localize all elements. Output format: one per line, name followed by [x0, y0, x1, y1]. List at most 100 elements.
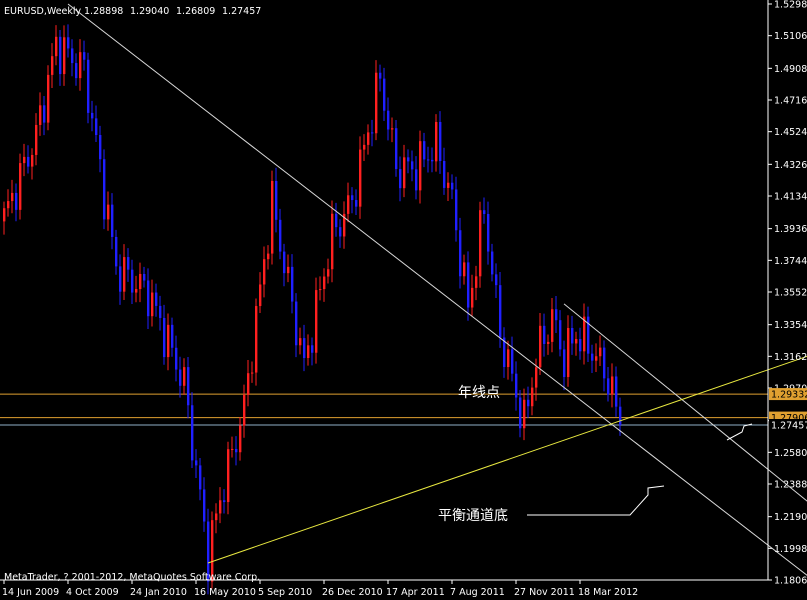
x-tick-label: 24 Jan 2010 — [130, 587, 187, 598]
candle-body — [311, 345, 314, 353]
ohlc-low: 1.26809 — [176, 6, 215, 17]
y-tick-label: 1.47160 — [774, 96, 807, 107]
candle-body — [583, 316, 586, 352]
candle-body — [443, 160, 446, 188]
candle-body — [567, 328, 570, 378]
eurusd-weekly-chart[interactable]: 1.52980 1.51060 1.49080 1.47160 1.45240 1.432… — [0, 0, 807, 600]
candle-body — [39, 105, 42, 125]
candle-body — [223, 500, 226, 503]
candle-body — [599, 347, 602, 357]
candle-body — [615, 376, 618, 407]
candle-body — [147, 280, 150, 317]
candle — [19, 153, 22, 220]
candle-body — [191, 405, 194, 461]
candle-body — [255, 306, 258, 373]
candle-body — [479, 210, 482, 277]
candle-body — [123, 257, 126, 292]
y-tick-label: 1.19980 — [774, 544, 807, 555]
candle — [87, 52, 90, 124]
candle-body — [531, 387, 534, 407]
candle-body — [151, 292, 154, 317]
candle-body — [7, 201, 10, 209]
candle-body — [439, 121, 442, 161]
candle-body — [291, 266, 294, 302]
candle-body — [271, 180, 274, 254]
candle-body — [107, 204, 110, 220]
candle-body — [351, 195, 354, 201]
candle-body — [143, 273, 146, 281]
candle-body — [375, 72, 378, 134]
candle-body — [131, 269, 134, 293]
candle-body — [411, 161, 414, 170]
annotation-year-line: 年线点 — [458, 385, 500, 401]
candle-body — [15, 192, 18, 210]
candle-body — [455, 189, 458, 231]
candle-body — [551, 309, 554, 342]
candle-body — [483, 210, 486, 214]
x-tick-label: 7 Aug 2011 — [450, 587, 505, 598]
candle-body — [155, 292, 158, 306]
candle-body — [371, 132, 374, 134]
candle-body — [71, 48, 74, 64]
candle-body — [183, 367, 186, 386]
candle-body — [527, 399, 530, 407]
y-tick-label: 1.43260 — [774, 160, 807, 171]
price-level-label: 1.29332 — [771, 390, 807, 401]
candle-body — [431, 159, 434, 162]
ohlc-close: 1.27457 — [222, 6, 261, 17]
y-tick-label: 1.51060 — [774, 31, 807, 42]
candle-body — [283, 251, 286, 274]
candle-body — [575, 339, 578, 344]
candle-body — [315, 290, 318, 353]
candle-body — [19, 163, 22, 210]
candle-body — [407, 157, 410, 162]
candle-body — [587, 316, 590, 354]
y-tick-label: 1.21900 — [774, 512, 807, 523]
candle-body — [91, 112, 94, 119]
candle-body — [447, 182, 450, 188]
x-tick-label: 18 Mar 2012 — [578, 587, 638, 598]
candle-body — [619, 406, 622, 425]
candle-body — [511, 349, 514, 374]
candle-body — [199, 465, 202, 490]
candle-body — [79, 52, 82, 79]
candle — [395, 120, 398, 177]
candle-body — [67, 37, 70, 49]
candle-body — [135, 289, 138, 293]
candle-body — [359, 149, 362, 207]
candle-body — [499, 285, 502, 338]
symbol-header: EURUSD,Weekly — [4, 6, 82, 17]
candle-body — [475, 276, 478, 288]
candle-body — [43, 105, 46, 123]
candle-body — [263, 259, 266, 285]
y-tick-label: 1.49080 — [774, 64, 807, 75]
candle-body — [327, 269, 330, 277]
candle-body — [435, 121, 438, 162]
candle-body — [47, 74, 50, 123]
y-tick-label: 1.37440 — [774, 256, 807, 267]
candle-body — [267, 253, 270, 260]
candle-body — [379, 72, 382, 79]
candle — [315, 277, 318, 364]
candle-body — [235, 448, 238, 453]
chart-background — [0, 0, 807, 600]
candle-body — [383, 78, 386, 111]
candle-body — [219, 500, 222, 514]
candle-body — [63, 37, 66, 75]
candle-body — [507, 349, 510, 368]
candle-body — [103, 159, 106, 220]
candle-body — [487, 213, 490, 252]
y-tick-label: 1.23880 — [774, 480, 807, 491]
candle-body — [119, 266, 122, 292]
candle-body — [495, 274, 498, 286]
candle-body — [167, 324, 170, 358]
candle-body — [471, 287, 474, 308]
candle-body — [31, 154, 34, 167]
candle-body — [243, 394, 246, 426]
candle-body — [287, 266, 290, 274]
candle-body — [295, 301, 298, 346]
candle-body — [491, 251, 494, 275]
candle — [255, 298, 258, 386]
candle-body — [339, 227, 342, 237]
candle-body — [139, 273, 142, 290]
